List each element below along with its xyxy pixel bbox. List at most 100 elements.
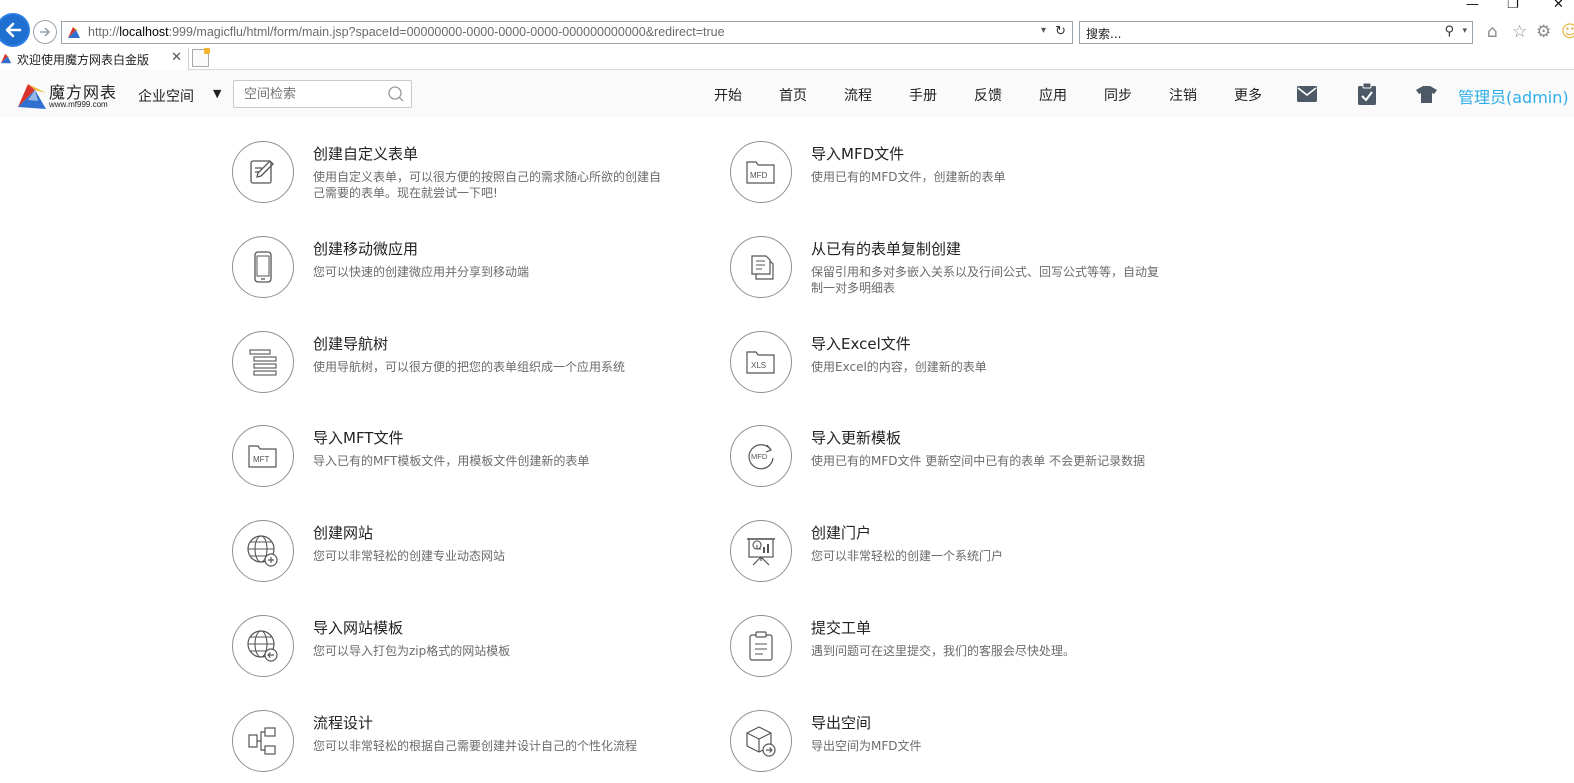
top-nav: 开始 首页 流程 手册 反馈 应用 同步 注销 更多 <box>714 85 1299 105</box>
card-title: 导入网站模板 <box>313 619 404 637</box>
back-button[interactable] <box>0 13 30 47</box>
browser-tab[interactable]: 欢迎使用魔方网表白金版 ✕ <box>0 48 189 70</box>
nav-feedback[interactable]: 反馈 <box>974 85 1039 105</box>
address-bar[interactable]: http://localhost:999/magicflu/html/form/… <box>61 21 1073 44</box>
search-dropdown-icon[interactable]: ▾ <box>1462 26 1467 36</box>
mft-file-icon: MFT <box>232 425 294 487</box>
card-desc: 使用导航树，可以很方便的把您的表单组织成一个应用系统 <box>313 360 626 374</box>
search-icon[interactable] <box>387 85 405 103</box>
card-title: 导入MFD文件 <box>811 145 905 163</box>
nav-logout[interactable]: 注销 <box>1169 85 1234 105</box>
close-window-icon[interactable]: ✕ <box>1553 0 1564 12</box>
new-tab-button[interactable] <box>192 48 210 67</box>
card-create-portal[interactable]: 创建门户 您可以非常轻松的创建一个系统门户 <box>728 520 1198 590</box>
card-title: 导出空间 <box>811 714 872 732</box>
tab-title: 欢迎使用魔方网表白金版 <box>17 53 150 67</box>
back-icon <box>5 22 22 38</box>
flow-icon <box>232 710 294 772</box>
home-icon[interactable]: ⌂ <box>1487 22 1498 42</box>
space-search[interactable] <box>233 80 412 108</box>
portal-icon <box>730 520 792 582</box>
minimize-icon[interactable]: — <box>1466 0 1479 12</box>
card-import-update-template[interactable]: MFD 导入更新模板 使用已有的MFD文件 更新空间中已有的表单 不会更新记录数… <box>728 425 1198 495</box>
smiley-icon[interactable]: ☺ <box>1561 22 1574 42</box>
card-title: 创建导航树 <box>313 335 389 353</box>
card-import-site-template[interactable]: 导入网站模板 您可以导入打包为zip格式的网站模板 <box>230 615 700 685</box>
svg-text:MFT: MFT <box>253 455 270 464</box>
forward-button[interactable] <box>33 20 57 44</box>
card-create-custom-form[interactable]: 创建自定义表单 使用自定义表单，可以很方便的按照自己的需求随心所欲的创建自己需要… <box>230 141 700 211</box>
browser-chrome: — ❐ ✕ http://localhost:999/magicflu/html… <box>0 0 1574 70</box>
space-search-input[interactable] <box>234 81 384 107</box>
nav-more[interactable]: 更多 <box>1234 85 1299 105</box>
nav-manual[interactable]: 手册 <box>909 85 974 105</box>
logo-icon[interactable] <box>16 81 50 111</box>
tab-close-icon[interactable]: ✕ <box>171 50 182 65</box>
card-title: 提交工单 <box>811 619 872 637</box>
card-import-excel[interactable]: XLS 导入Excel文件 使用Excel的内容，创建新的表单 <box>728 331 1198 401</box>
caret-down-icon[interactable]: ▼ <box>213 87 221 100</box>
card-submit-ticket[interactable]: 提交工单 遇到问题可在这里提交，我们的客服会尽快处理。 <box>728 615 1198 685</box>
mfd-file-icon: MFD <box>730 141 792 203</box>
space-selector[interactable]: 企业空间 <box>138 86 194 106</box>
browser-search-placeholder: 搜索... <box>1086 27 1122 41</box>
card-desc: 使用自定义表单，可以很方便的按照自己的需求随心所欲的创建自己需要的表单。现在就尝… <box>313 170 662 200</box>
address-dropdown-icon[interactable]: ▾ <box>1041 25 1046 36</box>
app-header: 魔方网表 www.mf999.com 企业空间 ▼ 开始 首页 流程 手册 反馈… <box>0 70 1574 117</box>
nav-flow[interactable]: 流程 <box>844 85 909 105</box>
update-template-icon: MFD <box>730 425 792 487</box>
site-favicon-icon <box>68 27 80 38</box>
star-icon[interactable]: ☆ <box>1512 22 1527 42</box>
tab-favicon-icon <box>0 53 12 64</box>
card-copy-form[interactable]: 从已有的表单复制创建 保留引用和多对多嵌入关系以及行间公式、回写公式等等，自动复… <box>728 236 1198 306</box>
card-desc: 使用Excel的内容，创建新的表单 <box>811 360 987 374</box>
clipboard-icon <box>730 615 792 677</box>
card-create-mobile-app[interactable]: 创建移动微应用 您可以快速的创建微应用并分享到移动端 <box>230 236 700 306</box>
card-title: 导入Excel文件 <box>811 335 911 353</box>
restore-icon[interactable]: ❐ <box>1507 0 1519 12</box>
logo-url: www.mf999.com <box>49 100 108 109</box>
svg-text:MFD: MFD <box>750 171 768 180</box>
search-icon[interactable]: ⚲ <box>1444 24 1454 39</box>
card-title: 导入更新模板 <box>811 429 902 447</box>
card-export-space[interactable]: 导出空间 导出空间为MFD文件 <box>728 710 1198 780</box>
gear-icon[interactable]: ⚙ <box>1536 22 1551 42</box>
mail-icon[interactable] <box>1297 86 1317 102</box>
card-title: 创建自定义表单 <box>313 145 419 163</box>
card-desc: 您可以非常轻松的根据自己需要创建并设计自己的个性化流程 <box>313 739 638 753</box>
clipboard-check-icon[interactable] <box>1357 83 1377 105</box>
card-create-nav-tree[interactable]: 创建导航树 使用导航树，可以很方便的把您的表单组织成一个应用系统 <box>230 331 700 401</box>
card-import-mfd[interactable]: MFD 导入MFD文件 使用已有的MFD文件，创建新的表单 <box>728 141 1198 211</box>
card-flow-design[interactable]: 流程设计 您可以非常轻松的根据自己需要创建并设计自己的个性化流程 <box>230 710 700 780</box>
nav-apps[interactable]: 应用 <box>1039 85 1104 105</box>
card-desc: 使用已有的MFD文件，创建新的表单 <box>811 170 1006 184</box>
browser-search-box[interactable]: 搜索... ⚲ ▾ <box>1079 21 1473 44</box>
nav-start[interactable]: 开始 <box>714 85 779 105</box>
card-desc: 您可以非常轻松的创建一个系统门户 <box>811 549 1004 563</box>
card-title: 流程设计 <box>313 714 374 732</box>
nav-home[interactable]: 首页 <box>779 85 844 105</box>
shirt-icon[interactable] <box>1416 86 1437 103</box>
card-desc: 遇到问题可在这里提交，我们的客服会尽快处理。 <box>811 644 1076 658</box>
address-text: http://localhost:999/magicflu/html/form/… <box>88 25 725 39</box>
copy-form-icon <box>730 236 792 298</box>
card-title: 从已有的表单复制创建 <box>811 240 962 258</box>
navtree-icon <box>232 331 294 393</box>
svg-text:MFD: MFD <box>751 452 768 461</box>
mobile-icon <box>232 236 294 298</box>
xls-file-icon: XLS <box>730 331 792 393</box>
card-desc: 您可以快速的创建微应用并分享到移动端 <box>313 265 530 279</box>
card-desc: 导入已有的MFT模板文件，用模板文件创建新的表单 <box>313 454 590 468</box>
refresh-icon[interactable]: ↻ <box>1055 24 1066 39</box>
card-create-website[interactable]: 创建网站 您可以非常轻松的创建专业动态网站 <box>230 520 700 590</box>
user-menu[interactable]: 管理员(admin) <box>1458 84 1569 108</box>
card-desc: 保留引用和多对多嵌入关系以及行间公式、回写公式等等，自动复制一对多明细表 <box>811 265 1160 295</box>
globe-add-icon <box>232 520 294 582</box>
nav-sync[interactable]: 同步 <box>1104 85 1169 105</box>
card-import-mft[interactable]: MFT 导入MFT文件 导入已有的MFT模板文件，用模板文件创建新的表单 <box>230 425 700 495</box>
svg-text:XLS: XLS <box>751 361 766 370</box>
card-desc: 您可以导入打包为zip格式的网站模板 <box>313 644 511 658</box>
edit-form-icon <box>232 141 294 203</box>
card-desc: 您可以非常轻松的创建专业动态网站 <box>313 549 506 563</box>
card-title: 创建门户 <box>811 524 872 542</box>
